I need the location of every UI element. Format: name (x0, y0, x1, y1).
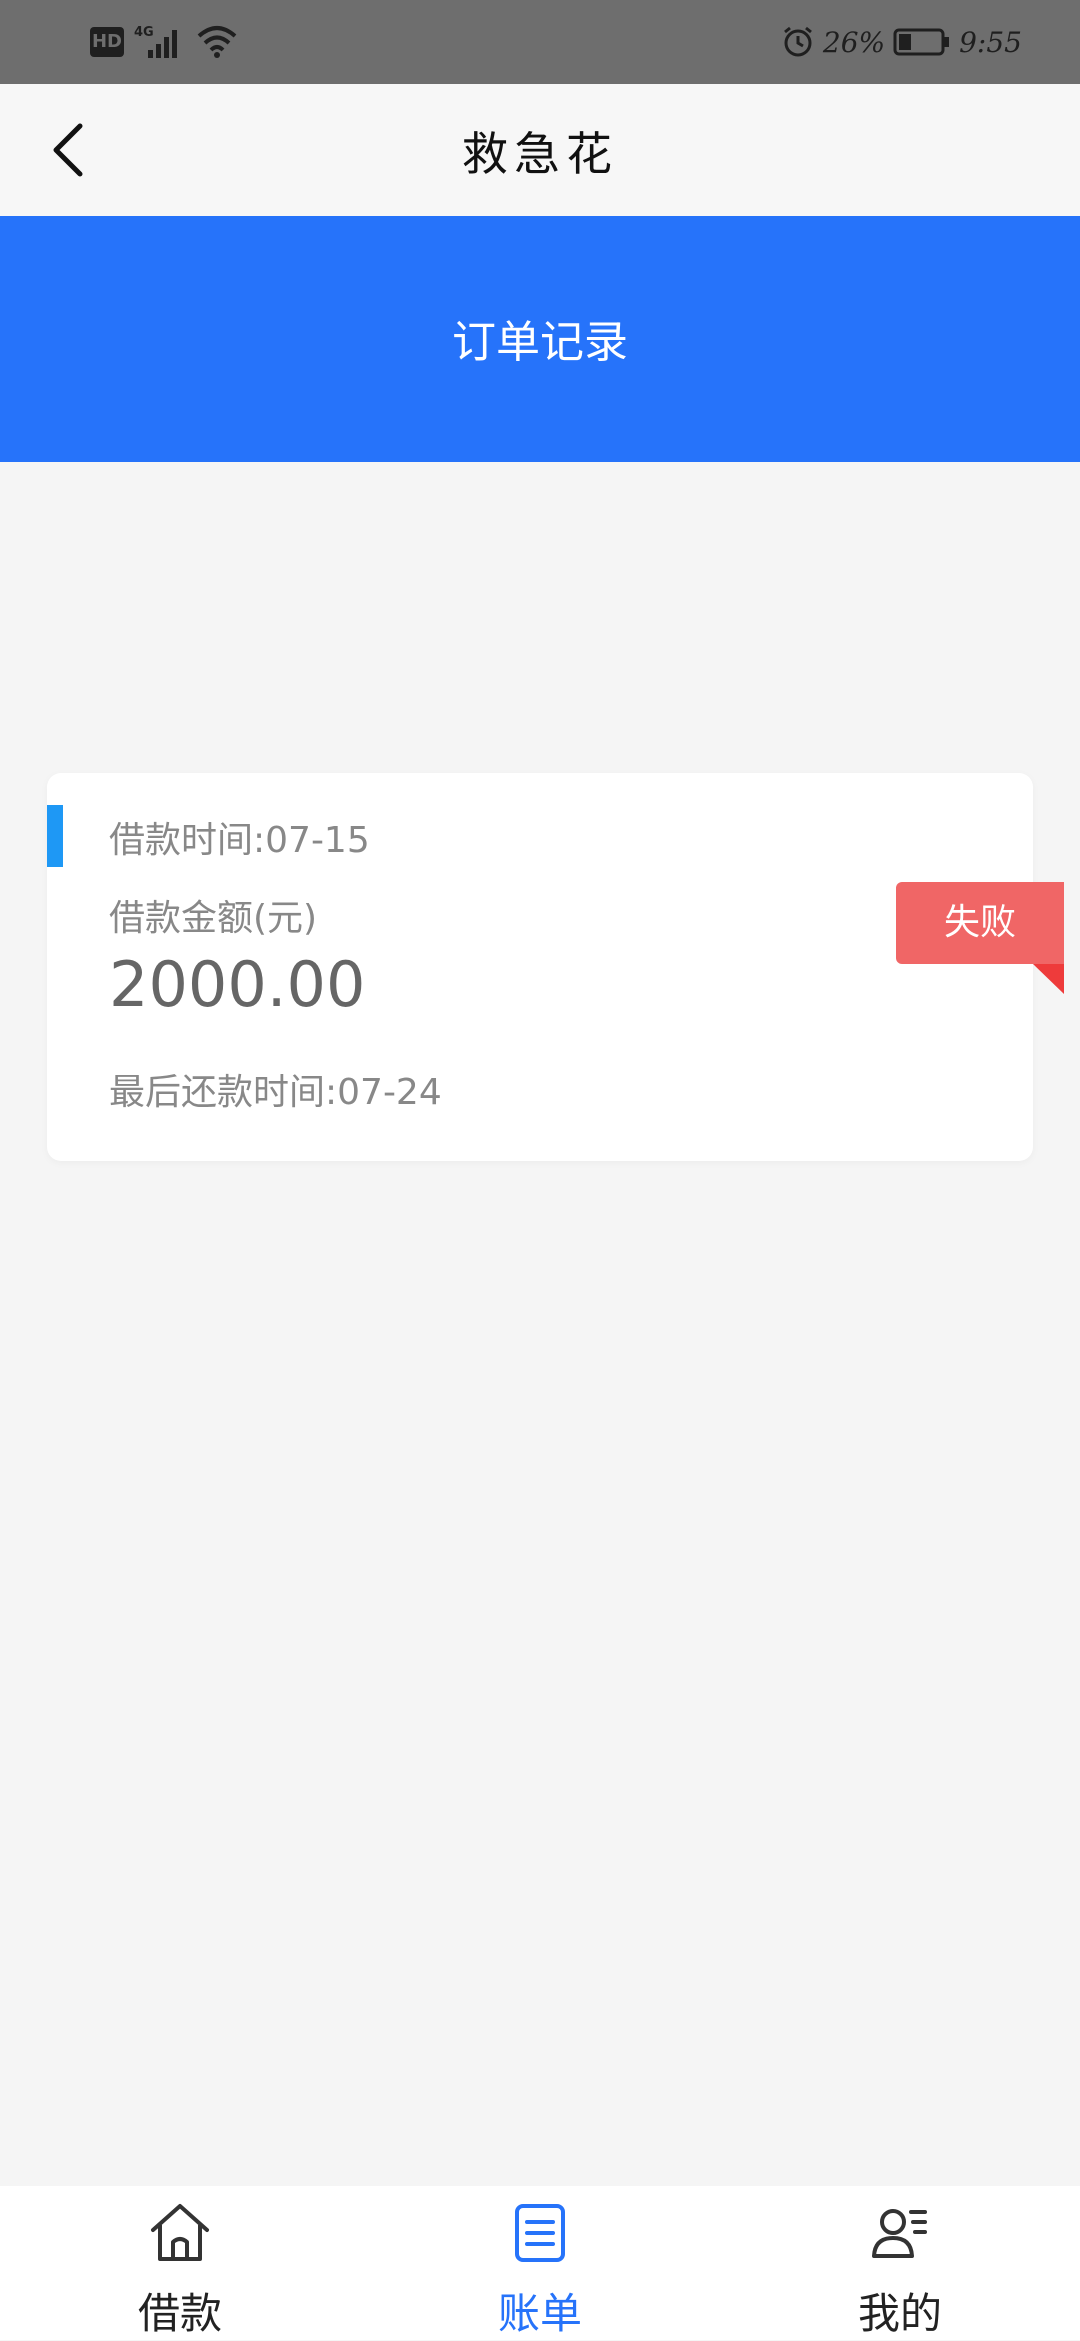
wifi-icon (197, 26, 237, 58)
tab-mine[interactable]: 我的 (720, 2186, 1080, 2340)
bill-icon (515, 2204, 565, 2262)
bottom-tab-bar: 借款 账单 我的 (0, 2186, 1080, 2340)
loan-time: 借款时间:07-15 (109, 820, 370, 861)
network-type-label: 4G (134, 25, 154, 40)
tab-loan[interactable]: 借款 (0, 2186, 360, 2340)
loan-amount-label: 借款金额(元) (109, 898, 318, 939)
status-bar: HD 4G 26% 9:55 (0, 0, 1080, 84)
battery-percent: 26% (822, 25, 886, 59)
page-header: 订单记录 (0, 216, 1080, 462)
tab-bill-label: 账单 (497, 2289, 582, 2338)
clock: 9:55 (959, 25, 1022, 59)
status-right: 26% 9:55 (781, 18, 1022, 66)
last-repay-time: 最后还款时间:07-24 (109, 1072, 442, 1113)
loan-amount: 2000.00 (109, 948, 366, 1021)
app-title: 救急花 (462, 127, 618, 181)
order-card[interactable]: 借款时间:07-15 借款金额(元) 2000.00 最后还款时间:07-24 (47, 773, 1033, 1161)
signal-4g-icon: 4G (134, 25, 177, 58)
tab-mine-label: 我的 (857, 2289, 942, 2338)
status-left: HD 4G (90, 22, 238, 62)
tab-loan-label: 借款 (137, 2289, 222, 2338)
alarm-icon (783, 26, 812, 57)
card-accent-bar (47, 805, 63, 867)
status-badge-fold (1033, 964, 1064, 994)
status-badge: 失败 (896, 882, 1064, 964)
battery-icon (893, 28, 950, 56)
hd-icon: HD (90, 27, 124, 57)
home-icon (151, 2204, 209, 2261)
page-title: 订单记录 (452, 317, 628, 368)
profile-icon (872, 2209, 927, 2258)
tab-bill[interactable]: 账单 (360, 2186, 720, 2340)
nav-bar: 救急花 (0, 84, 1080, 216)
